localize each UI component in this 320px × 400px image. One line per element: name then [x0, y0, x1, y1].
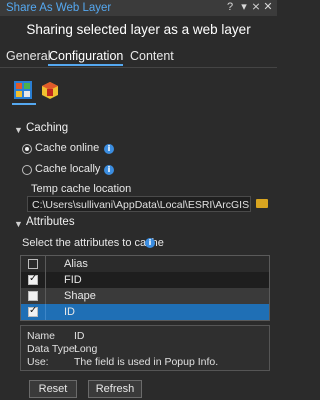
row-checkbox[interactable] — [28, 305, 38, 317]
row-checkbox[interactable] — [28, 291, 38, 301]
table-row-selected[interactable]: ID — [21, 304, 269, 320]
cache-locally-radio[interactable] — [22, 165, 32, 175]
pane-subtitle: Sharing selected layer as a web layer — [26, 22, 251, 37]
row-alias: ID — [64, 306, 75, 318]
column-header-alias[interactable]: Alias — [64, 258, 88, 270]
info-icon[interactable]: i — [145, 238, 155, 248]
cache-online-label[interactable]: Cache online — [35, 142, 99, 154]
info-icon[interactable]: i — [104, 144, 114, 154]
pin-icon[interactable]: ⨯ — [250, 1, 262, 14]
temp-cache-path-input[interactable]: C:\Users\sullivani\AppData\Local\ESRI\Ar… — [27, 196, 251, 212]
reset-button[interactable]: Reset — [29, 380, 77, 398]
detail-name-label: Name — [27, 330, 56, 342]
window-title: Share As Web Layer — [6, 2, 112, 14]
detail-type-value: Long — [74, 343, 98, 355]
help-button[interactable]: ? — [224, 1, 236, 14]
refresh-button[interactable]: Refresh — [88, 380, 142, 398]
caching-header[interactable]: Caching — [26, 122, 68, 134]
select-all-checkbox[interactable] — [28, 259, 38, 269]
cache-online-radio[interactable] — [22, 144, 32, 154]
active-subtab-indicator — [12, 103, 36, 105]
browse-folder-icon[interactable] — [256, 199, 268, 208]
temp-cache-label: Temp cache location — [31, 183, 132, 195]
active-tab-indicator — [48, 64, 123, 66]
tab-configuration[interactable]: Configuration — [49, 49, 123, 63]
attributes-instruction: Select the attributes to cache — [22, 237, 164, 249]
table-header-row: Alias — [21, 256, 269, 273]
row-alias: Shape — [64, 290, 96, 302]
attributes-header[interactable]: Attributes — [26, 216, 75, 228]
temp-cache-path-value: C:\Users\sullivani\AppData\Local\ESRI\Ar… — [32, 199, 250, 211]
table-row[interactable]: Shape — [21, 288, 269, 304]
caching-collapse-icon[interactable]: ▼ — [14, 125, 23, 135]
row-checkbox[interactable] — [28, 273, 38, 285]
tab-divider — [0, 67, 277, 68]
row-alias: FID — [64, 274, 82, 286]
detail-use-value: The field is used in Popup Info. — [74, 356, 219, 368]
detail-name-value: ID — [74, 330, 85, 342]
tab-general[interactable]: General — [6, 49, 50, 63]
tile-layer-icon[interactable] — [40, 80, 60, 100]
tab-content[interactable]: Content — [130, 49, 174, 63]
minimize-icon[interactable]: ▾ — [238, 1, 250, 14]
field-details-panel: Name ID Data Type: Long Use: The field i… — [20, 325, 270, 371]
info-icon[interactable]: i — [104, 165, 114, 175]
detail-use-label: Use: — [27, 356, 49, 368]
cache-locally-label[interactable]: Cache locally — [35, 163, 100, 175]
table-row[interactable]: FID — [21, 272, 269, 288]
feature-layer-icon[interactable] — [13, 80, 33, 100]
close-icon[interactable]: ✕ — [262, 1, 274, 14]
detail-type-label: Data Type: — [27, 343, 78, 355]
attributes-table: Alias FID Shape ID — [20, 255, 270, 321]
attributes-collapse-icon[interactable]: ▼ — [14, 219, 23, 229]
